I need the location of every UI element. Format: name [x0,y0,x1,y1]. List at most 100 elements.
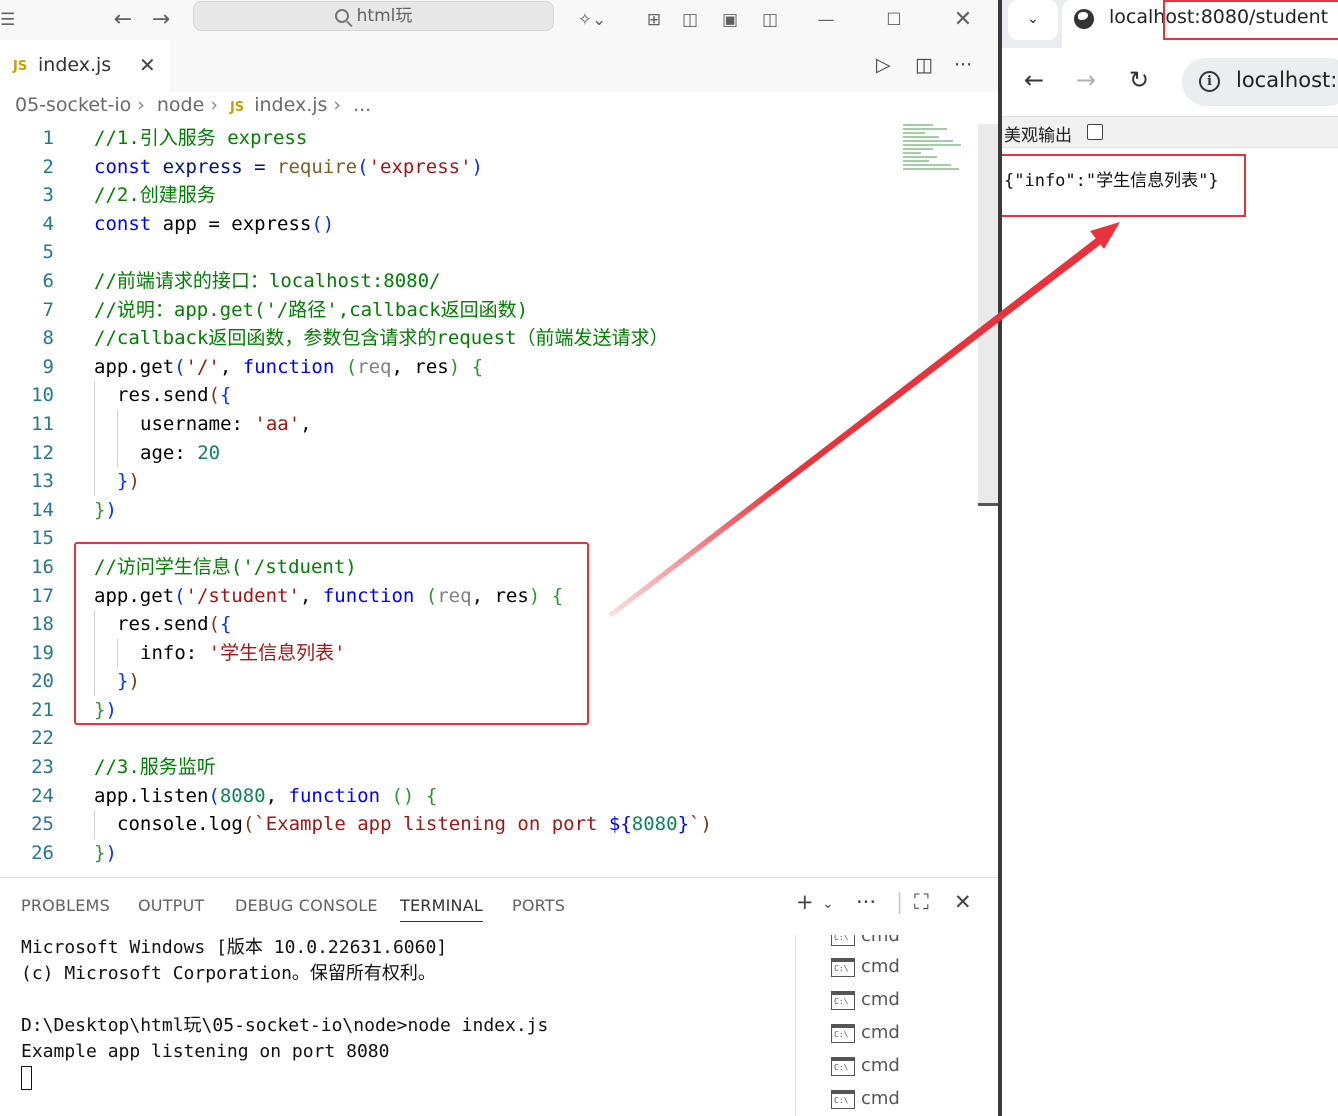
terminal-instance[interactable]: C:\ cmd [831,987,900,1013]
site-info-icon[interactable]: i [1199,71,1220,92]
more-actions-icon[interactable]: ··· [954,54,972,76]
code-line: 7//说明：app.get('/路径',callback返回函数) [0,296,900,325]
tab-index-js[interactable]: JS index.js ✕ [0,40,170,92]
line-number: 14 [31,498,54,521]
reload-icon[interactable]: ↻ [1129,66,1149,94]
code-line: 10 res.send({ [0,381,900,410]
terminal-cursor [21,1066,32,1090]
line-number: 11 [31,412,54,435]
terminal-instance[interactable]: C:\ cmd [831,935,900,949]
tab-search-icon[interactable]: ⌄ [1008,0,1058,40]
maximize-panel-icon[interactable]: ⛶ [914,890,929,915]
toggle-secondary-sidebar-icon[interactable]: ◫ [758,6,782,34]
customize-layout-icon[interactable]: ⊞ [642,6,666,34]
pretty-print-checkbox[interactable] [1087,124,1103,140]
line-number: 17 [31,584,54,607]
search-icon [334,9,349,23]
line-number: 7 [42,298,54,321]
back-icon[interactable]: ← [1024,66,1044,94]
browser-window: ⌄ localhost:8080/student ← → ↻ i localho… [1002,0,1338,1116]
line-number: 12 [31,441,54,464]
line-number: 15 [31,527,54,550]
scrollbar-marker [978,503,998,506]
minimize-icon[interactable]: — [814,6,838,34]
tab-terminal[interactable]: TERMINAL [400,896,483,922]
address-bar[interactable]: i localhost:8 [1182,58,1338,106]
forward-icon[interactable]: → [148,6,174,34]
toggle-sidebar-icon[interactable]: ◫ [678,6,702,34]
bottom-panel: PROBLEMS OUTPUT DEBUG CONSOLE TERMINAL P… [0,877,998,1116]
code-line: 1//1.引入服务 express [0,124,900,153]
line-number: 13 [31,470,54,493]
code-line: 23//3.服务监听 [0,753,900,782]
address-text: localhost:8 [1236,68,1338,92]
toggle-panel-icon[interactable]: ▣ [718,6,742,34]
terminal-instance-list: C:\ cmd C:\ cmd C:\ cmd C:\ cmd C:\ cmd C:\ cm… [795,935,998,1116]
code-line: 6//前端请求的接口：localhost:8080/ [0,267,900,296]
js-file-icon: JS [229,100,245,115]
command-center-search[interactable]: html玩 [193,1,554,31]
terminal-line: Example app listening on port 8080 [21,1041,390,1062]
line-number: 26 [31,841,54,864]
forward-icon[interactable]: → [1076,66,1096,94]
line-number: 9 [42,355,54,378]
breadcrumb-symbol[interactable]: ... [353,94,371,116]
line-number: 2 [42,155,54,178]
line-number: 3 [42,184,54,207]
browser-tab-strip: ⌄ localhost:8080/student [1002,0,1338,48]
tab-ports[interactable]: PORTS [512,896,565,915]
title-bar: ☰ ← → html玩 ✧⌄ ⊞ ◫ ▣ ◫ — ☐ ✕ [0,0,998,40]
terminal-output[interactable]: Microsoft Windows [版本 10.0.22631.6060] (… [21,935,548,1091]
code-line: 12 age: 20 [0,438,900,468]
tab-debug-console[interactable]: DEBUG CONSOLE [235,896,378,915]
globe-icon [1074,9,1094,29]
run-icon[interactable]: ▷ [876,54,891,76]
line-number: 4 [42,212,54,235]
minimap[interactable] [903,124,965,176]
close-icon[interactable]: ✕ [139,53,156,77]
terminal-instance[interactable]: C:\ cmd [831,1020,900,1046]
code-editor[interactable]: 1//1.引入服务 express 2 const express = requi… [0,124,900,867]
split-editor-icon[interactable]: ◫ [915,54,933,76]
breadcrumb: 05-socket-io › node › JS index.js › ... [15,94,372,116]
breadcrumb-file[interactable]: index.js [254,94,327,116]
terminal-instance[interactable]: C:\ cmd [831,1053,900,1079]
line-number: 24 [31,784,54,807]
more-icon[interactable]: ··· [856,890,876,914]
editor-tab-bar: JS index.js ✕ ▷ ◫ ··· [0,40,998,92]
line-number: 22 [31,727,54,750]
annotation-box-student-route [74,542,589,725]
terminal-instance[interactable]: C:\ cmd [831,1086,900,1112]
tab-output[interactable]: OUTPUT [138,896,204,915]
cmd-icon: C:\ [831,957,855,977]
menu-icon[interactable]: ☰ [0,6,15,34]
breadcrumb-folder[interactable]: 05-socket-io [15,94,131,116]
chevron-down-icon[interactable]: ⌄ [822,896,834,912]
annotation-box-url [1163,0,1338,40]
close-window-icon[interactable]: ✕ [950,6,976,34]
code-line: 4 const app = express() [0,210,900,239]
line-number: 25 [31,813,54,836]
line-number: 23 [31,756,54,779]
line-number: 5 [42,241,54,264]
back-icon[interactable]: ← [110,6,136,34]
close-panel-icon[interactable]: ✕ [954,890,972,914]
editor-scrollbar[interactable] [978,124,998,506]
tab-problems[interactable]: PROBLEMS [21,896,110,915]
annotation-box-response [1002,154,1246,217]
maximize-icon[interactable]: ☐ [882,6,906,34]
divider: | [896,890,904,914]
breadcrumb-subfolder[interactable]: node [157,94,204,116]
line-number: 8 [42,327,54,350]
terminal-instance[interactable]: C:\ cmd [831,954,900,980]
terminal-line: D:\Desktop\html玩\05-socket-io\node>node … [21,1015,549,1036]
browser-tab[interactable]: localhost:8080/student [1062,0,1338,48]
code-line: 22 [0,724,900,753]
terminal-line: (c) Microsoft Corporation。保留所有权利。 [21,963,436,984]
copilot-icon[interactable]: ✧⌄ [572,6,612,34]
code-line: 8//callback返回函数，参数包含请求的request（前端发送请求） [0,324,900,353]
cmd-icon: C:\ [831,1056,855,1076]
line-number: 18 [31,613,54,636]
plus-icon[interactable]: + [796,890,814,914]
page-content: 美观输出 {"info":"学生信息列表"} [1002,116,1338,1116]
